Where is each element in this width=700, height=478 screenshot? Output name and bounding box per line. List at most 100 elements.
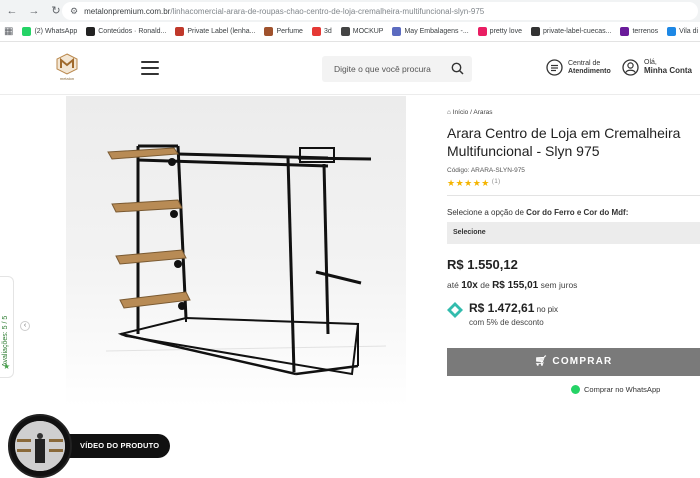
bookmark-label: private-label-cuecas... — [542, 28, 612, 35]
bookmark-favicon-icon — [86, 27, 96, 36]
bookmark-item[interactable]: Private Label (lenha... — [175, 27, 255, 36]
logo-text: metalon — [59, 76, 75, 81]
product-title: Arara Centro de Loja em Cremalheira Mult… — [447, 125, 681, 159]
bookmark-label: Private Label (lenha... — [187, 28, 256, 35]
url-host: metalonpremium.com.br — [84, 6, 171, 16]
rating-count: (1) — [491, 179, 501, 185]
bookmark-favicon-icon — [175, 27, 185, 36]
bookmark-item[interactable]: MOCKUP — [340, 27, 383, 36]
bookmark-item[interactable]: terrenos — [620, 27, 658, 36]
search-input[interactable]: Digite o que você procura — [322, 56, 472, 82]
menu-bar-icon — [141, 67, 159, 69]
clothing-rack-illustration — [105, 144, 387, 376]
search-icon[interactable] — [451, 62, 464, 75]
option-prefix: Selecione a opção de — [447, 208, 527, 217]
bookmark-favicon-icon — [340, 27, 350, 36]
site-info-icon[interactable]: ⚙ — [70, 6, 78, 17]
video-thumbnail-image — [15, 421, 65, 471]
bookmark-label: Conteúdos · Ronald... — [98, 28, 167, 35]
menu-button[interactable] — [141, 61, 159, 75]
bookmark-favicon-icon — [477, 27, 487, 36]
video-thumbnail — [8, 414, 72, 478]
whatsapp-buy-link[interactable]: Comprar no WhatsApp — [571, 385, 660, 394]
product-info: ⌂ Início / Araras Arara Centro de Loja e… — [447, 96, 700, 407]
site-logo[interactable]: metalon — [54, 53, 80, 85]
bookmark-item[interactable]: Perfume — [264, 27, 303, 36]
bookmark-label: (2) WhatsApp — [34, 28, 78, 35]
product-image[interactable] — [66, 96, 406, 407]
pix-price: R$ 1.472,61 — [469, 301, 535, 315]
buy-button[interactable]: 🛒︎ COMPRAR — [447, 348, 700, 376]
bookmarks-bar: ▦ (2) WhatsApp Conteúdos · Ronald... Priva… — [0, 22, 700, 42]
bookmark-label: 3d — [323, 28, 332, 35]
bookmark-item[interactable]: 3d — [311, 27, 332, 36]
whatsapp-icon — [571, 385, 580, 394]
breadcrumb-category[interactable]: Araras — [473, 109, 492, 116]
site-header: metalon Digite o que você procura Centra… — [0, 43, 700, 95]
home-icon: ⌂ — [447, 109, 451, 116]
option-select[interactable]: Selecione — [447, 222, 700, 244]
bookmark-label: pretty love — [489, 28, 522, 35]
product-code: Código: ARARA-SLYN-975 — [447, 167, 525, 174]
buy-label: COMPRAR — [552, 356, 613, 367]
customer-service-link[interactable]: Central de Atendimento — [546, 59, 611, 76]
reload-icon[interactable]: ↻ — [50, 0, 62, 22]
whatsapp-label: Comprar no WhatsApp — [584, 385, 661, 394]
product-price: R$ 1.550,12 — [447, 257, 518, 272]
bookmark-favicon-icon — [311, 27, 321, 36]
pix-icon — [447, 302, 463, 318]
rating-stars-icon: ★★★★★ — [447, 178, 490, 188]
bookmark-favicon-icon — [620, 27, 630, 36]
breadcrumb-separator: / — [470, 109, 472, 116]
rating-stars[interactable]: ★★★★★ (1) — [447, 178, 501, 189]
bookmark-favicon-icon — [667, 27, 677, 36]
star-icon: ★ — [3, 362, 11, 371]
bookmark-label: Perfume — [276, 28, 303, 35]
bookmark-item[interactable]: (2) WhatsApp — [22, 27, 77, 36]
reviews-side-tab[interactable]: Avaliações: 5 / 5 ★ — [0, 276, 14, 378]
menu-bar-icon — [141, 61, 159, 63]
bookmark-item[interactable]: Conteúdos · Ronald... — [86, 27, 166, 36]
bookmark-item[interactable]: private-label-cuecas... — [530, 27, 612, 36]
bookmark-label: Vila di F — [679, 28, 700, 35]
pix-price-block: R$ 1.472,61 no pix com 5% de desconto — [447, 301, 558, 327]
installment-value: R$ 155,01 — [492, 280, 539, 291]
breadcrumb-home[interactable]: Início — [453, 109, 469, 116]
product-video-button[interactable]: VÍDEO DO PRODUTO — [8, 414, 170, 478]
menu-bar-icon — [141, 73, 159, 75]
attend-line1: Central de — [568, 59, 601, 67]
option-name: Cor do Ferro e Cor do Mdf: — [526, 208, 629, 217]
bookmark-label: May Embalagens -... — [404, 28, 469, 35]
search-placeholder: Digite o que você procura — [334, 64, 431, 74]
divider — [447, 195, 700, 196]
bookmark-label: terrenos — [632, 28, 659, 35]
logo-mark-icon — [56, 53, 78, 75]
bookmark-favicon-icon — [530, 27, 540, 36]
reviews-label: Avaliações: 5 / 5 — [2, 315, 9, 367]
installment-pre: até — [447, 280, 462, 290]
pix-suffix: no pix — [534, 305, 558, 314]
product-gallery: Avaliações: 5 / 5 ★ ‹ VÍDEO DO PRODUTO — [0, 96, 436, 478]
forward-icon[interactable]: → — [28, 0, 40, 22]
bookmark-favicon-icon — [264, 27, 274, 36]
account-line2: Minha Conta — [644, 66, 692, 75]
user-icon — [622, 59, 639, 76]
apps-grid-icon[interactable]: ▦ — [4, 26, 13, 37]
breadcrumb: ⌂ Início / Araras — [447, 109, 493, 116]
bookmark-favicon-icon — [392, 27, 402, 36]
chat-icon — [546, 59, 563, 76]
url-path: /linhacomercial-arara-de-roupas-chao-cen… — [170, 6, 485, 16]
bookmark-item[interactable]: May Embalagens -... — [392, 27, 469, 36]
store-scene-icon — [15, 421, 65, 471]
bookmark-item[interactable]: Vila di F — [667, 27, 700, 36]
installment-mid: de — [477, 280, 493, 290]
collapse-chevron-icon[interactable]: ‹ — [20, 321, 30, 331]
bookmark-item[interactable]: pretty love — [477, 27, 522, 36]
account-link[interactable]: Olá, Minha Conta — [622, 59, 692, 76]
address-bar[interactable]: ⚙ metalonpremium.com.br /linhacomercial-… — [62, 2, 698, 20]
installment-info: até 10x de R$ 155,01 sem juros — [447, 280, 577, 291]
bookmark-favicon-icon — [22, 27, 32, 36]
back-icon[interactable]: ← — [6, 0, 18, 22]
cart-icon: 🛒︎ — [534, 356, 549, 367]
pix-discount: com 5% de desconto — [469, 318, 544, 327]
